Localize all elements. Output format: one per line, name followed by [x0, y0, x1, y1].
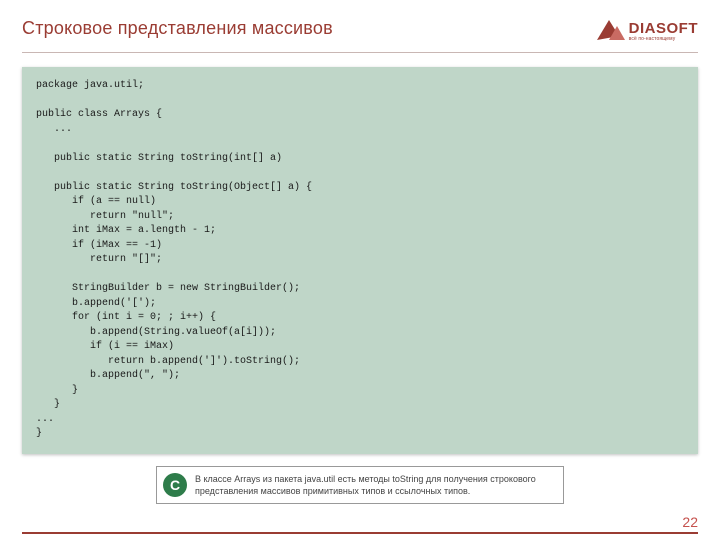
slide-header: Строковое представления массивов DIASOFT… — [0, 0, 720, 48]
logo-text: DIASOFT всё по-настоящему — [629, 21, 698, 42]
page-title: Строковое представления массивов — [22, 18, 333, 39]
info-badge-icon: C — [163, 473, 187, 497]
code-container: package java.util; public class Arrays {… — [0, 53, 720, 454]
code-block: package java.util; public class Arrays {… — [22, 67, 698, 454]
callout-text: В классе Arrays из пакета java.util есть… — [193, 467, 563, 503]
brand-logo: DIASOFT всё по-настоящему — [595, 18, 698, 44]
info-callout: C В классе Arrays из пакета java.util ес… — [156, 466, 564, 504]
footer-divider — [22, 532, 698, 534]
callout-icon-wrap: C — [157, 467, 193, 503]
logo-mark-icon — [595, 18, 625, 44]
logo-brand: DIASOFT — [629, 21, 698, 36]
logo-tagline: всё по-настоящему — [629, 37, 698, 42]
callout-container: C В классе Arrays из пакета java.util ес… — [0, 466, 720, 504]
page-number: 22 — [682, 514, 698, 530]
